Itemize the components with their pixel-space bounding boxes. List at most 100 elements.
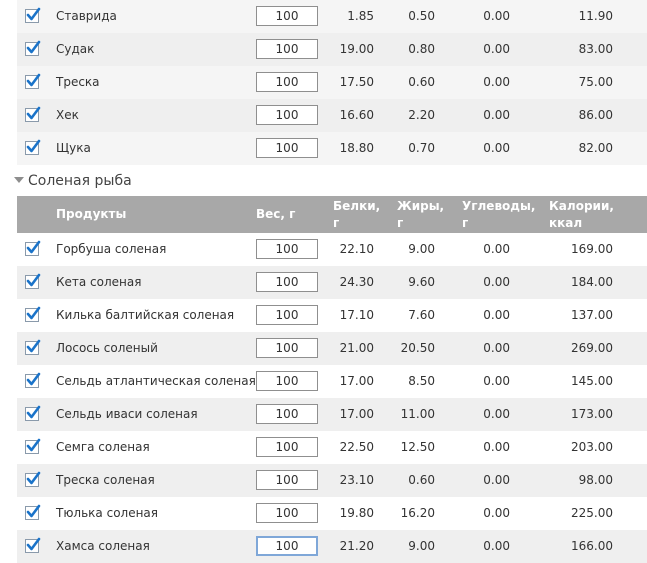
- checkmark-icon: [26, 7, 41, 21]
- row-checkbox[interactable]: [25, 40, 41, 56]
- salted-rows: Горбуша соленая 22.10 9.00 0.00 169.00 Кета с…: [17, 233, 647, 563]
- checkmark-icon: [26, 537, 41, 551]
- row-checkbox[interactable]: [25, 504, 41, 520]
- weight-input[interactable]: [256, 536, 318, 556]
- product-name: Горбуша соленая: [56, 242, 167, 256]
- weight-input[interactable]: [256, 470, 318, 490]
- row-checkbox[interactable]: [25, 73, 41, 89]
- table-row: Хек 16.60 2.20 0.00 86.00: [17, 99, 647, 132]
- row-checkbox[interactable]: [25, 537, 41, 553]
- calories-value: 184.00: [571, 275, 613, 289]
- fat-value: 0.50: [408, 9, 435, 23]
- row-checkbox[interactable]: [25, 273, 41, 289]
- carbs-value: 0.00: [483, 407, 510, 421]
- product-name: Лосось соленый: [56, 341, 158, 355]
- calories-value: 98.00: [578, 473, 613, 487]
- carbs-value: 0.00: [483, 473, 510, 487]
- fat-value: 2.20: [408, 108, 435, 122]
- protein-value: 19.80: [339, 506, 374, 520]
- product-name: Килька балтийская соленая: [56, 308, 235, 322]
- weight-input[interactable]: [256, 6, 318, 26]
- weight-input[interactable]: [256, 39, 318, 59]
- weight-input[interactable]: [256, 72, 318, 92]
- table-row: Хамса соленая 21.20 9.00 0.00 166.00: [17, 530, 647, 563]
- table-row: Ставрида 1.85 0.50 0.00 11.90: [17, 0, 647, 33]
- checkmark-icon: [26, 438, 41, 452]
- row-checkbox[interactable]: [25, 306, 41, 322]
- product-name: Кета соленая: [56, 275, 142, 289]
- table-row: Килька балтийская соленая 17.10 7.60 0.00 13…: [17, 299, 647, 332]
- fat-value: 9.00: [408, 242, 435, 256]
- protein-value: 17.50: [339, 75, 374, 89]
- calories-value: 83.00: [578, 42, 613, 56]
- carbs-value: 0.00: [483, 374, 510, 388]
- row-checkbox[interactable]: [25, 139, 41, 155]
- fat-value: 12.50: [400, 440, 435, 454]
- protein-value: 17.00: [339, 374, 374, 388]
- calories-value: 225.00: [571, 506, 613, 520]
- row-checkbox[interactable]: [25, 405, 41, 421]
- weight-input[interactable]: [256, 338, 318, 358]
- row-checkbox[interactable]: [25, 372, 41, 388]
- fish-table: Ставрида 1.85 0.50 0.00 11.90 Судак 19.00 0.80 0…: [17, 0, 647, 165]
- table-row: Треска соленая 23.10 0.60 0.00 98.00: [17, 464, 647, 497]
- carbs-value: 0.00: [483, 75, 510, 89]
- protein-value: 22.50: [339, 440, 374, 454]
- checkmark-icon: [26, 139, 41, 153]
- row-checkbox[interactable]: [25, 7, 41, 23]
- carbs-value: 0.00: [483, 9, 510, 23]
- weight-input[interactable]: [256, 437, 318, 457]
- protein-value: 24.30: [339, 275, 374, 289]
- row-checkbox[interactable]: [25, 438, 41, 454]
- carbs-value: 0.00: [483, 539, 510, 553]
- section-header-salted-fish[interactable]: Соленая рыба: [14, 167, 132, 195]
- product-name: Сельдь атлантическая соленая: [56, 374, 256, 388]
- col-header-fat: Жиры, г: [397, 199, 445, 230]
- table-row: Щука 18.80 0.70 0.00 82.00: [17, 132, 647, 165]
- calories-value: 145.00: [571, 374, 613, 388]
- checkmark-icon: [26, 73, 41, 87]
- calories-value: 166.00: [571, 539, 613, 553]
- weight-input[interactable]: [256, 272, 318, 292]
- checkmark-icon: [26, 405, 41, 419]
- col-header-carbs: Углеводы, г: [462, 199, 536, 230]
- triangle-down-icon[interactable]: [14, 177, 24, 183]
- calories-value: 75.00: [578, 75, 613, 89]
- table-row: Треска 17.50 0.60 0.00 75.00: [17, 66, 647, 99]
- product-name: Судак: [56, 42, 95, 56]
- protein-value: 17.10: [339, 308, 374, 322]
- weight-input[interactable]: [256, 105, 318, 125]
- weight-input[interactable]: [256, 239, 318, 259]
- protein-value: 21.00: [339, 341, 374, 355]
- fat-value: 0.80: [408, 42, 435, 56]
- weight-input[interactable]: [256, 503, 318, 523]
- calories-value: 86.00: [578, 108, 613, 122]
- table-row: Горбуша соленая 22.10 9.00 0.00 169.00: [17, 233, 647, 266]
- carbs-value: 0.00: [483, 506, 510, 520]
- weight-input[interactable]: [256, 138, 318, 158]
- col-header-weight: Вес, г: [256, 207, 296, 221]
- product-name: Хамса соленая: [56, 539, 150, 553]
- fat-value: 0.60: [408, 473, 435, 487]
- fat-value: 20.50: [400, 341, 435, 355]
- fat-value: 8.50: [408, 374, 435, 388]
- product-name: Треска: [56, 75, 100, 89]
- weight-input[interactable]: [256, 404, 318, 424]
- product-name: Щука: [56, 141, 91, 155]
- row-checkbox[interactable]: [25, 471, 41, 487]
- table-row: Лосось соленый 21.00 20.50 0.00 269.00: [17, 332, 647, 365]
- product-name: Тюлька соленая: [56, 506, 158, 520]
- calories-value: 11.90: [578, 9, 613, 23]
- col-header-product: Продукты: [56, 207, 127, 221]
- protein-value: 17.00: [339, 407, 374, 421]
- fat-value: 9.00: [408, 539, 435, 553]
- table-row: Тюлька соленая 19.80 16.20 0.00 225.00: [17, 497, 647, 530]
- weight-input[interactable]: [256, 371, 318, 391]
- protein-value: 22.10: [339, 242, 374, 256]
- protein-value: 21.20: [339, 539, 374, 553]
- row-checkbox[interactable]: [25, 339, 41, 355]
- row-checkbox[interactable]: [25, 106, 41, 122]
- row-checkbox[interactable]: [25, 240, 41, 256]
- product-name: Ставрида: [56, 9, 117, 23]
- weight-input[interactable]: [256, 305, 318, 325]
